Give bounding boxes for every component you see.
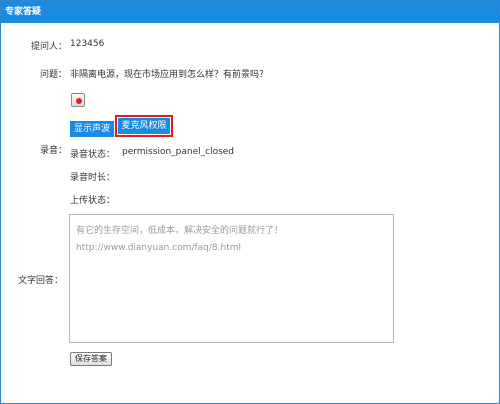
question-label: 问题： — [39, 70, 67, 80]
text-answer-label: 文字回答： — [17, 276, 63, 286]
record-button[interactable] — [71, 93, 85, 107]
answer-textarea[interactable]: 有它的生存空间，低成本，解决安全的问题就行了！ http://www.diany… — [69, 214, 394, 343]
answer-placeholder-line1: 有它的生存空间，低成本，解决安全的问题就行了！ — [76, 226, 284, 236]
question-text: 非隔离电源，现在市场应用到怎么样？有前景吗？ — [70, 70, 269, 80]
save-answer-button[interactable]: 保存答案 — [70, 352, 112, 366]
highlight-box — [115, 115, 173, 137]
questioner-value: 123456 — [70, 39, 105, 49]
upload-status-label: 上传状态： — [70, 196, 116, 206]
answer-placeholder-line2: http://www.dianyuan.com/faq/8.html — [76, 243, 242, 253]
recording-status-value: permission_panel_closed — [122, 147, 235, 157]
recording-status-label: 录音状态： — [70, 150, 116, 160]
questioner-label: 提问人： — [30, 42, 67, 52]
recording-duration-label: 录音时长： — [70, 173, 116, 183]
record-icon — [76, 98, 82, 104]
recording-label: 录音： — [39, 146, 67, 156]
expert-qa-dialog: 专家答疑 提问人： 123456 问题： 非隔离电源，现在市场应用到怎么样？有前… — [0, 0, 500, 404]
dialog-title: 专家答疑 — [1, 1, 499, 23]
show-waveform-button[interactable]: 显示声波 — [70, 121, 114, 137]
